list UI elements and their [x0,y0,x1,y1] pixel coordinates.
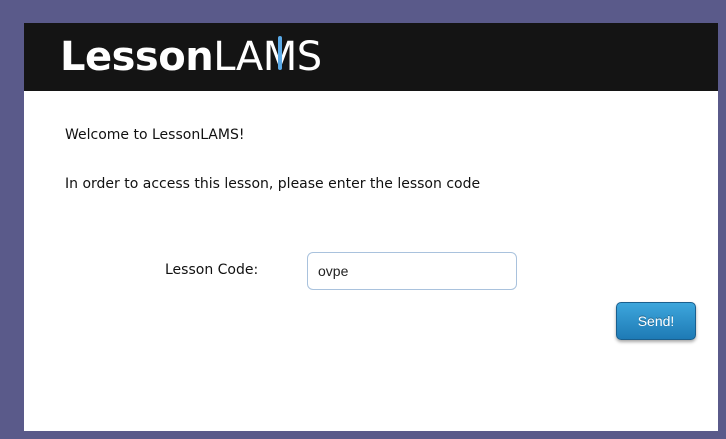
lesson-code-label: Lesson Code: [165,262,259,278]
lessonlams-logo: LessonLAMS [60,29,322,85]
logo-text-bold: Lesson [60,34,214,80]
login-panel: LessonLAMS Welcome to LessonLAMS! In ord… [24,23,718,431]
welcome-message: Welcome to LessonLAMS! [65,127,245,143]
send-button[interactable]: Send! [616,302,696,340]
tower-icon [277,36,282,70]
header-bar: LessonLAMS [24,23,718,91]
logo-text-end: S [296,34,322,80]
logo-m: M [263,34,298,80]
logo-text-light: LA [213,34,263,80]
lesson-code-input[interactable] [307,252,517,290]
instruction-text: In order to access this lesson, please e… [65,176,481,192]
